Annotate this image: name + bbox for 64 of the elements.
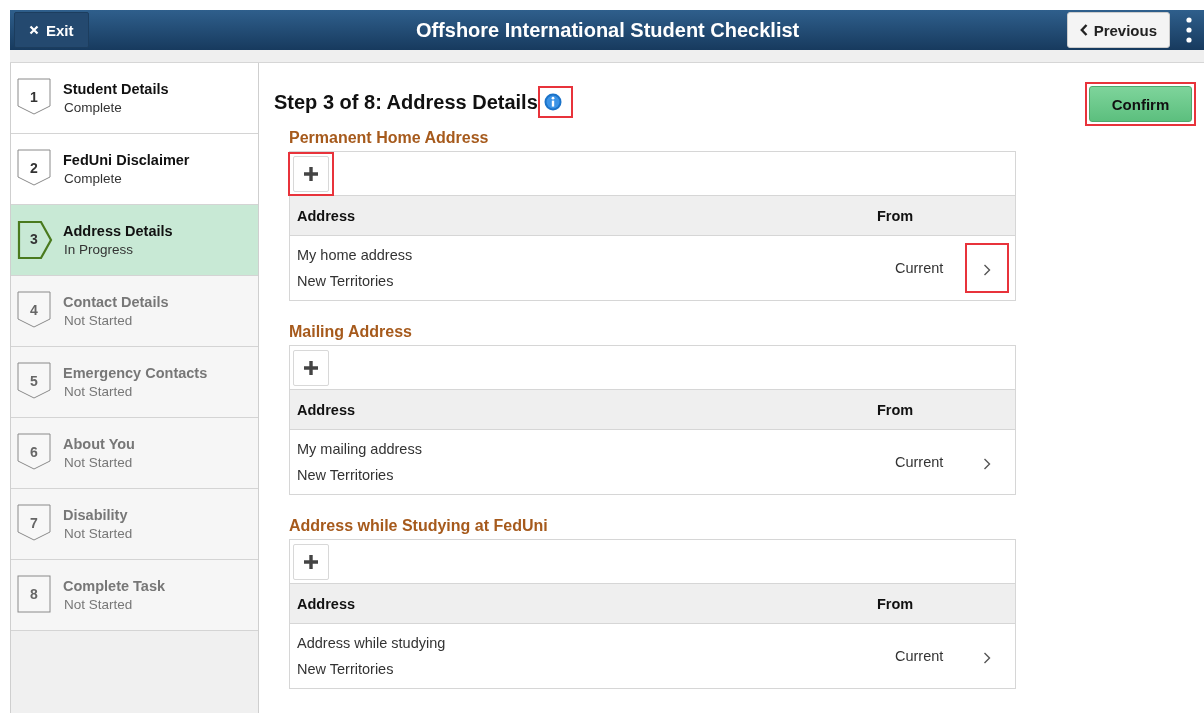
confirm-button[interactable]: Confirm (1089, 86, 1192, 122)
step-item[interactable]: 6 About You Not Started (11, 418, 258, 489)
chevron-left-icon (1079, 24, 1088, 36)
column-header: From (877, 401, 915, 418)
table-cell-text: Current (895, 260, 945, 276)
column-header: Address (296, 207, 357, 224)
plus-icon (303, 359, 319, 376)
chevron-right-icon (983, 652, 991, 664)
step-item[interactable]: 1 Student Details Complete (11, 63, 258, 134)
step-title: Emergency Contacts (63, 365, 208, 381)
step-title: Student Details (63, 81, 169, 97)
page-heading: Step 3 of 8: Address Details (274, 90, 538, 114)
more-menu-icon[interactable] (1186, 17, 1192, 43)
column-header: From (877, 207, 915, 224)
table-row[interactable]: My mailing address New Territories Current (290, 430, 1015, 494)
step-title: About You (63, 436, 135, 452)
step-title: Disability (63, 507, 129, 523)
table-cell-text: Address while studying (297, 635, 447, 651)
plus-icon (303, 553, 319, 570)
step-status: Complete (63, 100, 123, 115)
step-item[interactable]: 2 FedUni Disclaimer Complete (11, 134, 258, 205)
chevron-right-icon (983, 458, 991, 470)
chevron-right-icon (983, 264, 991, 276)
step-badge: 3 (17, 220, 53, 260)
step-title: Contact Details (63, 294, 169, 310)
previous-button[interactable]: Previous (1066, 12, 1170, 48)
table-cell-text: My mailing address (297, 441, 423, 457)
step-item[interactable]: 4 Contact Details Not Started (11, 276, 258, 347)
add-button[interactable] (293, 349, 329, 386)
step-status: Not Started (63, 526, 133, 541)
step-badge: 8 (17, 575, 53, 615)
table-row[interactable]: Address while studying New Territories Current (290, 624, 1015, 688)
table-row[interactable]: My home address New Territories Current (290, 236, 1015, 300)
table-cell-text: New Territories (297, 273, 395, 289)
table-cell-text: New Territories (297, 467, 395, 483)
section-title: Address while Studying at FedUni (289, 517, 549, 535)
column-header: Address (296, 401, 357, 418)
step-status: Complete (63, 171, 123, 186)
section-title: Permanent Home Address (289, 129, 490, 147)
table-cell-text: Current (895, 454, 945, 470)
window-title: Offshore International Student Checklist (414, 18, 801, 42)
info-icon (543, 93, 562, 111)
step-status: Not Started (63, 597, 134, 612)
section-title: Mailing Address (289, 323, 413, 341)
close-icon (29, 25, 39, 35)
plus-icon (303, 165, 319, 182)
column-header: Address (296, 595, 357, 612)
column-header: From (877, 595, 915, 612)
exit-button[interactable]: Exit (14, 12, 89, 48)
step-title: Address Details (63, 223, 173, 239)
step-status: Not Started (63, 313, 134, 328)
step-item[interactable]: 8 Complete Task Not Started (11, 560, 258, 631)
step-item[interactable]: 5 Emergency Contacts Not Started (11, 347, 258, 418)
step-item[interactable]: 7 Disability Not Started (11, 489, 258, 560)
step-status: Not Started (63, 455, 134, 470)
step-item[interactable]: 3 Address Details In Progress (11, 205, 258, 276)
table-cell-text: New Territories (297, 661, 395, 677)
add-button[interactable] (293, 543, 329, 580)
step-title: FedUni Disclaimer (63, 152, 190, 168)
step-title: Complete Task (63, 578, 166, 594)
table-cell-text: My home address (297, 247, 414, 263)
step-status: In Progress (63, 242, 135, 257)
table-cell-text: Current (895, 648, 945, 664)
step-status: Not Started (63, 384, 134, 399)
